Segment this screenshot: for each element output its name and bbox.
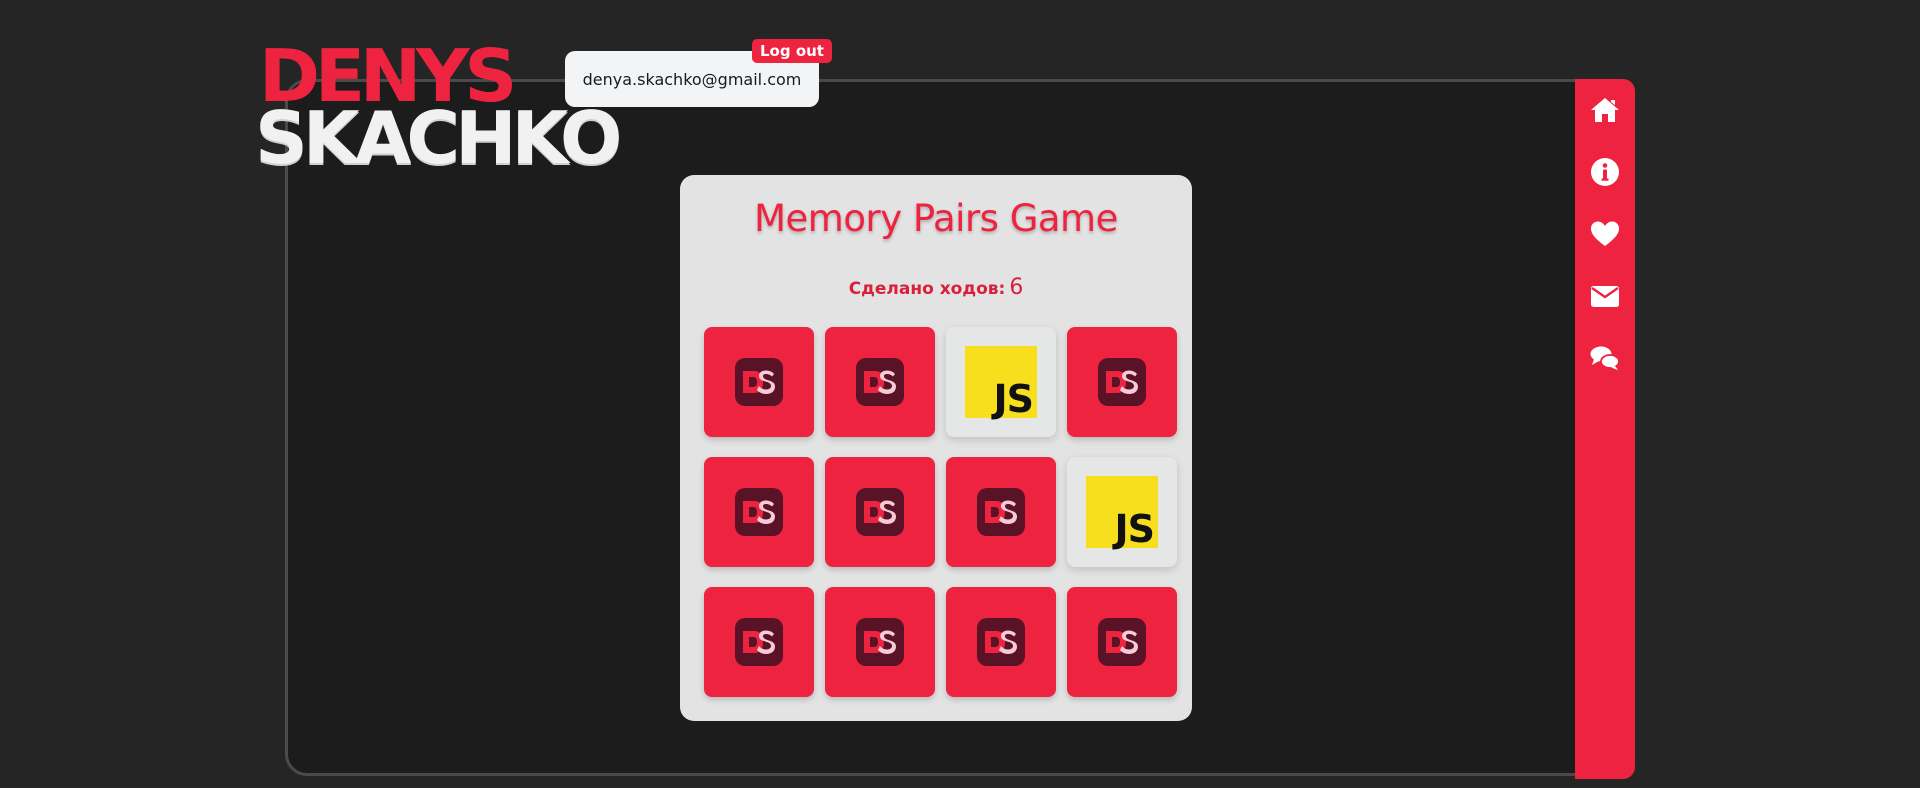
ds-logo-icon <box>856 618 904 666</box>
memory-card[interactable] <box>704 327 814 437</box>
site-logo[interactable]: DENYS SKACHKO <box>255 40 622 174</box>
memory-card[interactable] <box>1067 327 1177 437</box>
game-title: Memory Pairs Game <box>754 197 1118 240</box>
ds-logo-icon <box>735 358 783 406</box>
card-grid: JS JS <box>704 327 1177 697</box>
memory-card[interactable] <box>825 457 935 567</box>
js-logo-icon: JS <box>965 346 1037 418</box>
memory-card[interactable] <box>946 587 1056 697</box>
memory-card[interactable] <box>825 587 935 697</box>
user-email: denya.skachko@gmail.com <box>582 69 802 89</box>
js-logo-text: JS <box>993 377 1034 421</box>
memory-card[interactable] <box>825 327 935 437</box>
ds-logo-icon <box>977 488 1025 536</box>
ds-logo-icon <box>1098 358 1146 406</box>
memory-game-panel: Memory Pairs Game Сделано ходов: 6 JS JS <box>680 175 1192 721</box>
sidebar-nav <box>1575 79 1635 779</box>
page: DENYS SKACHKO denya.skachko@gmail.com Lo… <box>0 0 1920 788</box>
ds-logo-icon <box>735 488 783 536</box>
ds-logo-icon <box>977 618 1025 666</box>
logout-button[interactable]: Log out <box>752 39 832 63</box>
memory-card[interactable] <box>704 587 814 697</box>
ds-logo-icon <box>735 618 783 666</box>
ds-logo-icon <box>856 488 904 536</box>
ds-logo-icon <box>856 358 904 406</box>
js-logo-icon: JS <box>1086 476 1158 548</box>
memory-card[interactable]: JS <box>1067 457 1177 567</box>
memory-card[interactable] <box>946 457 1056 567</box>
moves-label: Сделано ходов: <box>848 279 1006 299</box>
ds-logo-icon <box>1098 618 1146 666</box>
home-icon[interactable] <box>1589 94 1621 126</box>
memory-card[interactable]: JS <box>946 327 1056 437</box>
memory-card[interactable] <box>704 457 814 567</box>
comments-icon[interactable] <box>1589 342 1621 374</box>
js-logo-text: JS <box>1114 507 1155 551</box>
envelope-icon[interactable] <box>1589 280 1621 312</box>
moves-count: 6 <box>1009 275 1024 300</box>
logo-last-name: SKACHKO <box>255 96 622 180</box>
info-icon[interactable] <box>1589 156 1621 188</box>
memory-card[interactable] <box>1067 587 1177 697</box>
logo-first-name: DENYS <box>259 34 517 118</box>
moves-counter: Сделано ходов: 6 <box>680 275 1192 300</box>
heart-icon[interactable] <box>1589 218 1621 250</box>
